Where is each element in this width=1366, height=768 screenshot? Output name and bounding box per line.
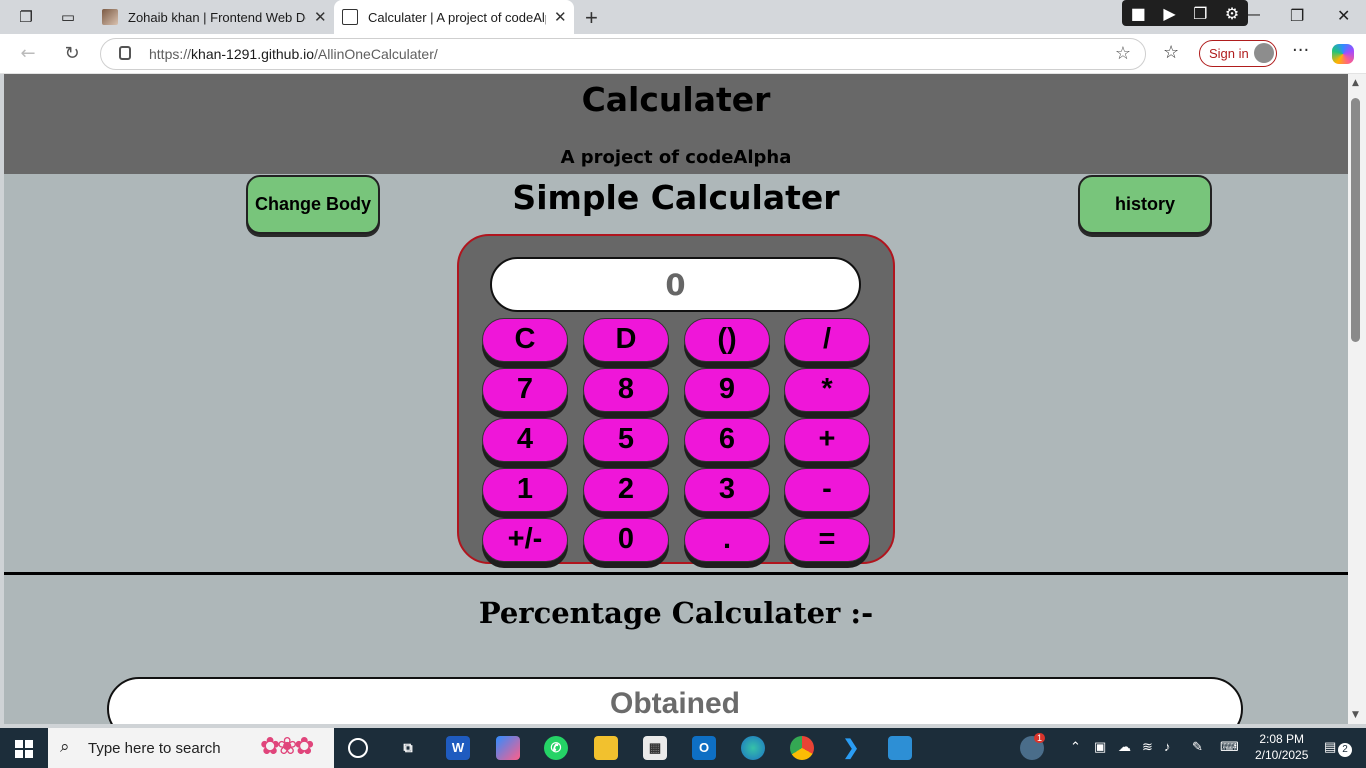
outlook-icon[interactable]: O xyxy=(692,736,716,760)
key-parentheses-button[interactable]: () xyxy=(684,318,770,362)
minimize-icon[interactable]: — xyxy=(1244,6,1260,24)
back-arrow-icon[interactable]: ← xyxy=(16,42,40,66)
search-icon: ⌕ xyxy=(60,737,70,756)
taskbar-search[interactable]: ⌕ Type here to search ✿❀✿ xyxy=(48,728,334,768)
obtained-input[interactable]: Obtained xyxy=(107,677,1243,724)
tab-actions-icon[interactable]: ▭ xyxy=(58,7,78,27)
lock-icon xyxy=(119,46,131,60)
key-clear-button[interactable]: C xyxy=(482,318,568,362)
profile-favicon-icon xyxy=(102,9,118,25)
tab-calculater[interactable]: Calculater | A project of codeAlph ✕ xyxy=(334,0,574,34)
whatsapp-icon[interactable]: ✆ xyxy=(544,736,568,760)
key-decimal-button[interactable]: . xyxy=(684,518,770,562)
device-icon[interactable]: ▣ xyxy=(1094,739,1106,755)
key-0-button[interactable]: 0 xyxy=(583,518,669,562)
close-window-icon[interactable]: ✕ xyxy=(1337,6,1350,26)
key-3-button[interactable]: 3 xyxy=(684,468,770,512)
page-title: Calculater xyxy=(581,80,771,119)
address-bar[interactable]: https://khan-1291.github.io/AllinOneCalc… xyxy=(100,38,1146,70)
screenshot-icon[interactable]: ■ xyxy=(1131,4,1146,23)
flowers-decoration-icon: ✿❀✿ xyxy=(260,733,314,760)
restore-icon[interactable]: ❐ xyxy=(1290,6,1304,26)
history-button[interactable]: history xyxy=(1078,175,1212,234)
key-9-button[interactable]: 9 xyxy=(684,368,770,412)
volume-icon[interactable]: ♪ xyxy=(1164,739,1171,754)
system-clock[interactable]: 2:08 PM 2/10/2025 xyxy=(1255,731,1308,763)
key-6-button[interactable]: 6 xyxy=(684,418,770,462)
key-5-button[interactable]: 5 xyxy=(583,418,669,462)
web-page: Calculater A project of codeAlpha Simple… xyxy=(4,74,1348,724)
key-negate-button[interactable]: +/- xyxy=(482,518,568,562)
video-record-icon[interactable]: ▶ xyxy=(1163,4,1175,23)
chrome-icon[interactable] xyxy=(790,736,814,760)
copilot-app-icon[interactable] xyxy=(496,736,520,760)
calculator-panel: 0 C D () / 7 8 9 * 4 5 6 +1 2 3- +/- 0. = xyxy=(457,234,895,564)
key-delete-button[interactable]: D xyxy=(583,318,669,362)
edge-icon[interactable] xyxy=(741,736,765,760)
search-placeholder: Type here to search xyxy=(88,740,221,757)
page-subtitle: A project of codeAlpha xyxy=(560,147,792,168)
close-tab-icon[interactable]: ✕ xyxy=(554,8,567,26)
favorite-star-icon[interactable]: ☆ xyxy=(1115,43,1131,64)
key-4-button[interactable]: 4 xyxy=(482,418,568,462)
favorites-icon[interactable]: ☆ xyxy=(1163,42,1179,63)
copilot-icon[interactable] xyxy=(1332,44,1354,64)
weather-badge: 1 xyxy=(1034,733,1046,743)
tab-title: Zohaib khan | Frontend Web Deve xyxy=(128,9,306,25)
cloud-sync-icon[interactable]: ☁ xyxy=(1118,739,1131,755)
tab-portfolio[interactable]: Zohaib khan | Frontend Web Deve ✕ xyxy=(92,0,332,34)
vscode-icon[interactable]: ❯ xyxy=(839,736,863,760)
scroll-up-icon[interactable]: ▲ xyxy=(1352,78,1359,88)
photos-icon[interactable] xyxy=(888,736,912,760)
key-2-button[interactable]: 2 xyxy=(583,468,669,512)
browser-toolbar: ← ↻ https://khan-1291.github.io/AllinOne… xyxy=(0,34,1366,74)
window-capture-icon[interactable]: ❐ xyxy=(1193,4,1207,23)
notifications-icon[interactable]: ▤ xyxy=(1324,739,1336,755)
keyboard-icon[interactable]: ⌨ xyxy=(1220,739,1239,755)
key-1-button[interactable]: 1 xyxy=(482,468,568,512)
tab-title: Calculater | A project of codeAlph xyxy=(368,9,546,25)
browser-tab-strip: ❐ ▭ Zohaib khan | Frontend Web Deve ✕ Ca… xyxy=(0,0,1366,34)
more-options-icon[interactable]: ··· xyxy=(1292,40,1309,61)
new-tab-icon[interactable]: + xyxy=(585,5,598,31)
key-equals-button[interactable]: = xyxy=(784,518,870,562)
calculator-display[interactable]: 0 xyxy=(490,257,861,312)
pen-icon[interactable]: ✎ xyxy=(1192,739,1203,755)
page-favicon-icon xyxy=(342,9,358,25)
capture-toolbar: ■ ▶ ❐ ⚙ xyxy=(1122,0,1248,26)
site-header: Calculater A project of codeAlpha xyxy=(4,74,1348,174)
file-explorer-icon[interactable] xyxy=(594,736,618,760)
scroll-down-icon[interactable]: ▼ xyxy=(1352,710,1359,720)
page-scrollbar[interactable]: ▲ ▼ xyxy=(1348,74,1366,724)
url-text: https://khan-1291.github.io/AllinOneCalc… xyxy=(149,46,438,62)
task-view-icon[interactable]: ⧉ xyxy=(396,736,420,760)
settings-gear-icon[interactable]: ⚙ xyxy=(1225,4,1239,23)
wifi-icon[interactable]: ≋ xyxy=(1142,739,1153,755)
section-divider xyxy=(4,572,1348,575)
notification-count: 2 xyxy=(1338,743,1352,757)
key-plus-button[interactable]: + xyxy=(784,418,870,462)
scroll-thumb[interactable] xyxy=(1351,98,1360,342)
close-tab-icon[interactable]: ✕ xyxy=(314,8,327,26)
windows-start-icon[interactable] xyxy=(15,740,33,758)
show-hidden-icons[interactable]: ⌃ xyxy=(1070,739,1081,755)
change-body-button[interactable]: Change Body xyxy=(246,175,380,234)
refresh-icon[interactable]: ↻ xyxy=(60,42,84,66)
word-icon[interactable]: W xyxy=(446,736,470,760)
sign-in-button[interactable]: Sign in xyxy=(1199,40,1277,67)
key-multiply-button[interactable]: * xyxy=(784,368,870,412)
key-divide-button[interactable]: / xyxy=(784,318,870,362)
avatar-icon xyxy=(1254,43,1274,63)
microsoft-store-icon[interactable]: ▦ xyxy=(643,736,667,760)
key-8-button[interactable]: 8 xyxy=(583,368,669,412)
windows-taskbar: ⌕ Type here to search ✿❀✿ ⧉ W ✆ ▦ O ❯ 1 … xyxy=(0,728,1366,768)
key-7-button[interactable]: 7 xyxy=(482,368,568,412)
workspaces-icon[interactable]: ❐ xyxy=(16,7,36,27)
key-minus-button[interactable]: - xyxy=(784,468,870,512)
cortana-icon[interactable] xyxy=(348,738,368,758)
percentage-calculater-heading: Percentage Calculater :- xyxy=(478,596,874,630)
